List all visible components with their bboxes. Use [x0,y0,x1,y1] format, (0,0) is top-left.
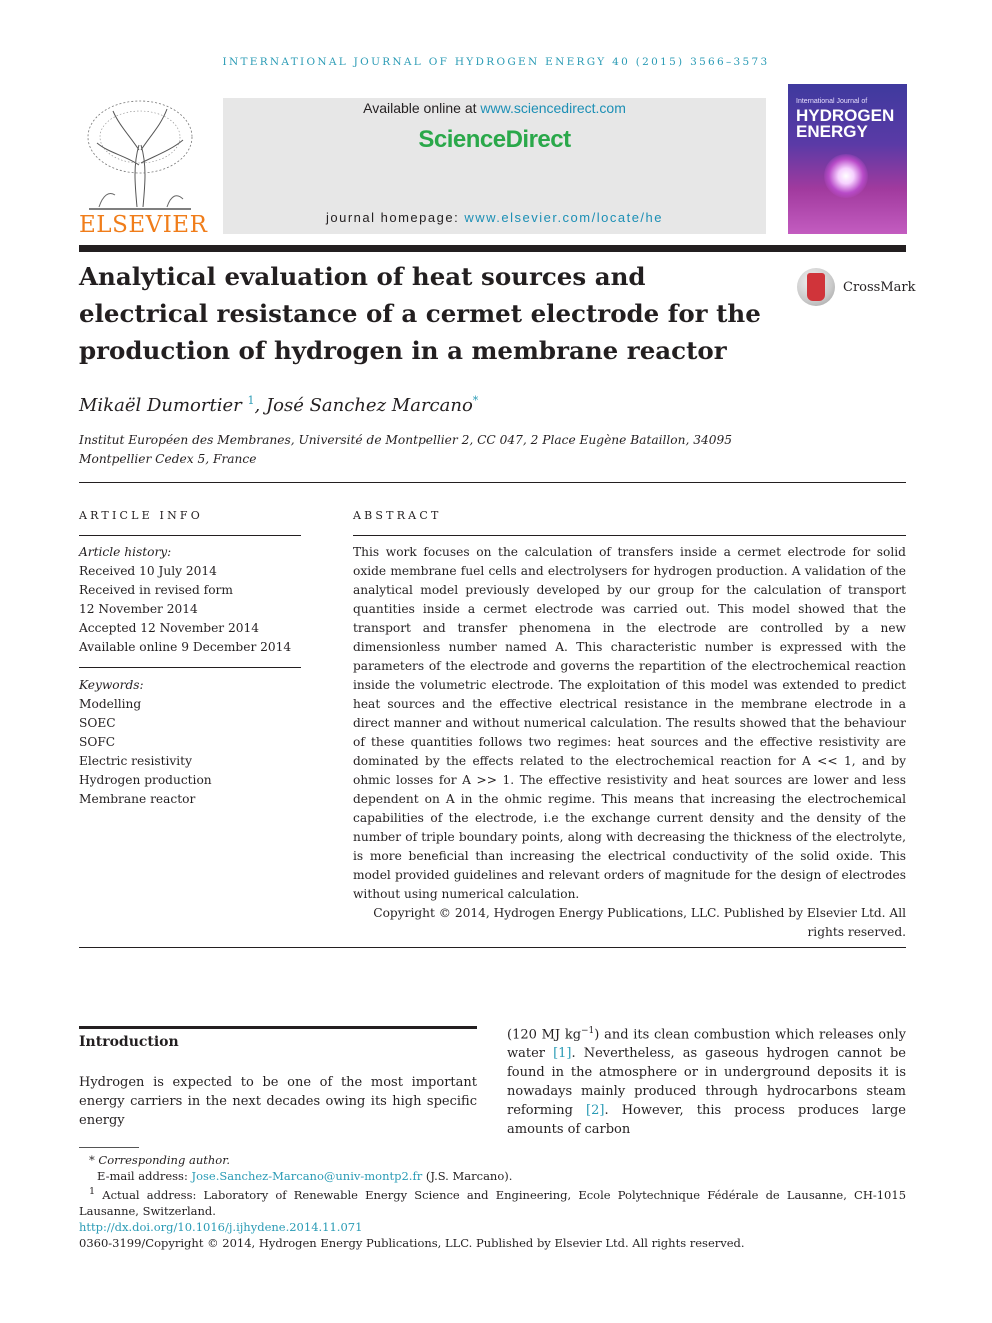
footnote-text: Corresponding author. [98,1153,231,1167]
cover-title-line2: ENERGY [796,122,868,141]
abstract: This work focuses on the calculation of … [353,543,906,942]
journal-homepage-link[interactable]: www.elsevier.com/locate/he [464,210,663,225]
keyword-item: Hydrogen production [79,773,212,787]
author-name[interactable]: Mikaël Dumortier [79,395,242,416]
footnote-rule [79,1147,139,1148]
section-rule [79,1026,477,1029]
article-info: Article history: Received 10 July 2014 R… [79,543,301,809]
keyword-item: Membrane reactor [79,792,196,806]
footnote-marker: 1 [89,1186,96,1197]
abstract-copyright: Copyright © 2014, Hydrogen Energy Public… [373,906,906,939]
sciencedirect-logo: ScienceDirect [418,126,571,153]
available-online-line: Available online at www.sciencedirect.co… [223,100,766,116]
citation-link[interactable]: [2] [586,1103,604,1118]
email-suffix: (J.S. Marcano). [422,1169,513,1183]
citation-link[interactable]: [1] [553,1046,571,1061]
history-item: Received in revised form [79,583,233,597]
introduction-col2: (120 MJ kg−1) and its clean combustion w… [507,1022,906,1139]
email-label: E-mail address: [97,1169,192,1183]
running-head: INTERNATIONAL JOURNAL OF HYDROGEN ENERGY… [222,56,770,68]
doi-link[interactable]: http://dx.doi.org/10.1016/j.ijhydene.201… [79,1220,362,1234]
journal-homepage-line: journal homepage: www.elsevier.com/locat… [223,210,766,225]
abstract-heading: ABSTRACT [353,509,442,522]
crossmark-icon [797,268,835,306]
divider [79,947,906,948]
footnote-text: Actual address: Laboratory of Renewable … [79,1187,907,1218]
cover-title: HYDROGEN ENERGY [796,107,894,141]
author-footnote-marker[interactable]: * [473,394,479,407]
divider [353,535,906,536]
elsevier-wordmark: ELSEVIER [79,212,208,238]
history-item: 12 November 2014 [79,602,198,616]
sciencedirect-link[interactable]: www.sciencedirect.com [480,100,626,116]
history-item: Received 10 July 2014 [79,564,217,578]
affiliation: Institut Européen des Membranes, Univers… [79,433,733,466]
history-item: Available online 9 December 2014 [79,640,292,654]
crossmark-label: CrossMark [843,280,916,295]
cover-orb-graphic [824,154,868,198]
article-history-label: Article history: [79,545,172,559]
body-text-segment: (120 MJ kg [507,1027,582,1043]
keywords-label: Keywords: [79,678,144,692]
superscript: −1 [581,1026,595,1036]
keyword-item: SOEC [79,716,116,730]
author-name[interactable]: José Sanchez Marcano [266,395,473,416]
divider [79,482,906,483]
keyword-item: SOFC [79,735,116,749]
introduction-heading: Introduction [79,1034,179,1050]
crossmark-button[interactable]: CrossMark [797,268,916,308]
author-separator: , [254,395,266,416]
keyword-item: Electric resistivity [79,754,192,768]
keyword-item: Modelling [79,697,142,711]
divider [79,535,301,536]
issn-copyright: 0360-3199/Copyright © 2014, Hydrogen Ene… [79,1235,745,1250]
available-online-label: Available online at [363,100,481,116]
article-info-heading: ARTICLE INFO [79,509,203,522]
footnote-email: E-mail address: Jose.Sanchez-Marcano@uni… [79,1168,906,1184]
history-item: Accepted 12 November 2014 [79,621,260,635]
abstract-text: This work focuses on the calculation of … [353,545,906,901]
cover-small-text: International Journal of [796,98,868,105]
article-title: Analytical evaluation of heat sources an… [79,262,761,365]
footnotes: * Corresponding author. E-mail address: … [79,1152,906,1251]
journal-banner: Available online at www.sciencedirect.co… [223,98,766,234]
footnote-marker: * [89,1153,95,1167]
footnote-1: 1 Actual address: Laboratory of Renewabl… [79,1184,906,1219]
divider [79,667,301,668]
author-list: Mikaël Dumortier 1, José Sanchez Marcano… [79,394,478,416]
journal-homepage-label: journal homepage: [326,210,465,225]
email-link[interactable]: Jose.Sanchez-Marcano@univ-montp2.fr [191,1169,422,1183]
footnote-corresponding: * Corresponding author. [79,1152,906,1168]
introduction-col1: Hydrogen is expected to be one of the mo… [79,1075,477,1128]
crossmark-bookmark-icon [807,273,825,301]
journal-cover-image: International Journal of HYDROGEN ENERGY [788,84,907,234]
header-rule [79,245,906,252]
